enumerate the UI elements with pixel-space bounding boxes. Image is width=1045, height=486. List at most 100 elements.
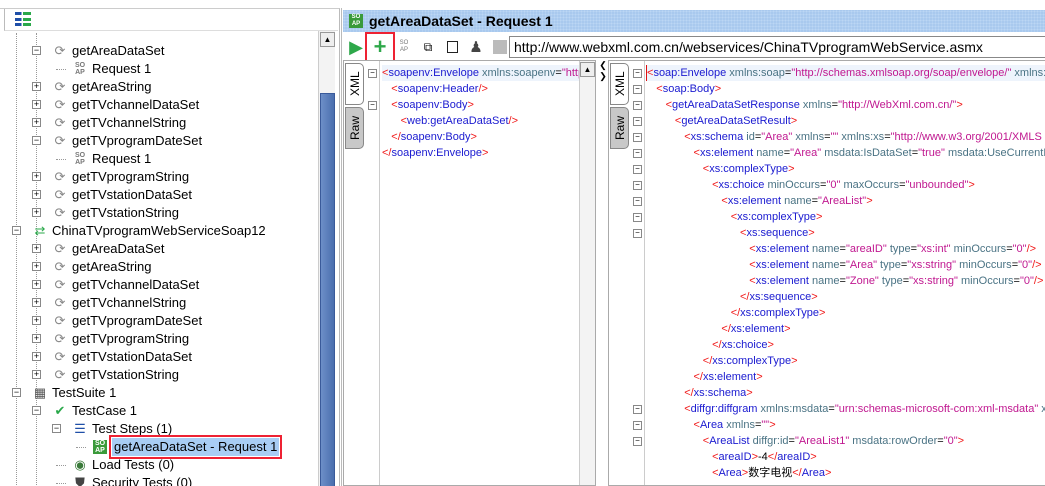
expand-icon[interactable]: + bbox=[32, 280, 41, 289]
tab-raw[interactable]: Raw bbox=[610, 107, 629, 149]
fold-icon[interactable]: − bbox=[633, 101, 642, 110]
expand-icon[interactable]: + bbox=[32, 370, 41, 379]
fold-icon[interactable]: − bbox=[633, 85, 642, 94]
xml-bracket: /> bbox=[1033, 275, 1044, 287]
fold-icon[interactable]: − bbox=[633, 421, 642, 430]
collapse-icon[interactable]: − bbox=[12, 388, 21, 397]
tree-item[interactable]: + ⟳ getTVstationDataSet bbox=[32, 348, 192, 366]
tree-item[interactable]: − ✔ TestCase 1 bbox=[32, 402, 137, 420]
soap-icon[interactable]: SO AP bbox=[395, 38, 413, 56]
user-icon[interactable]: ♟ bbox=[467, 38, 485, 56]
collapse-icon[interactable]: − bbox=[52, 424, 61, 433]
fold-icon[interactable]: − bbox=[633, 149, 642, 158]
expand-icon[interactable]: + bbox=[32, 298, 41, 307]
tree-item[interactable]: − ☰ Test Steps (1) bbox=[52, 420, 172, 438]
wsdl-icon[interactable]: ⧉ bbox=[419, 38, 437, 56]
tab-xml[interactable]: XML bbox=[610, 63, 629, 105]
xml-line: <soap:Body> bbox=[656, 81, 721, 97]
operation-icon: ⟳ bbox=[54, 169, 66, 184]
fold-icon[interactable]: − bbox=[633, 405, 642, 414]
add-assertion-icon[interactable]: + bbox=[365, 32, 395, 62]
tree-item[interactable]: + ⟳ getAreaString bbox=[32, 258, 152, 276]
response-pane: XML Raw − − − − − − − − − − − − − − <soap:Envelope xm… bbox=[608, 60, 1045, 486]
tree-item[interactable]: + ⟳ getTVchannelString bbox=[32, 294, 186, 312]
fold-icon[interactable]: − bbox=[633, 197, 642, 206]
expand-icon[interactable]: + bbox=[32, 262, 41, 271]
tree-item[interactable]: SO AP Request 1 bbox=[56, 150, 151, 168]
tree-item[interactable]: + ⟳ getTVchannelDataSet bbox=[32, 276, 199, 294]
tree-item[interactable]: − ⇄ ChinaTVprogramWebServiceSoap12 bbox=[12, 222, 266, 240]
fold-icon[interactable]: − bbox=[633, 181, 642, 190]
tree-item[interactable]: + ⟳ getTVstationString bbox=[32, 366, 179, 384]
expand-icon[interactable]: + bbox=[32, 316, 41, 325]
xml-tag: Area bbox=[718, 467, 742, 479]
fold-icon[interactable]: − bbox=[368, 101, 377, 110]
square-icon[interactable] bbox=[491, 38, 509, 56]
fold-icon[interactable]: − bbox=[368, 69, 377, 78]
fold-icon[interactable]: − bbox=[633, 213, 642, 222]
tree-item[interactable]: + ⟳ getTVstationString bbox=[32, 204, 179, 222]
expand-icon[interactable]: + bbox=[32, 352, 41, 361]
tree-item[interactable]: − ▦ TestSuite 1 bbox=[12, 384, 116, 402]
xml-value: "0" bbox=[826, 179, 841, 191]
collapse-icon[interactable]: − bbox=[32, 136, 41, 145]
tree-item[interactable]: − ⟳ getAreaDataSet bbox=[32, 42, 165, 60]
tree-item[interactable]: + ⟳ getTVstationDataSet bbox=[32, 186, 192, 204]
expand-icon[interactable]: + bbox=[32, 190, 41, 199]
tree-item[interactable]: + ⟳ getAreaString bbox=[32, 78, 152, 96]
collapse-right-icon[interactable]: ❯ bbox=[599, 71, 607, 81]
xml-tag: web:getAreaDataSet bbox=[407, 115, 509, 127]
tree-item[interactable]: SO AP getAreaDataSet - Request 1 bbox=[76, 435, 283, 459]
expand-icon[interactable]: + bbox=[32, 334, 41, 343]
tree-item[interactable]: + ⟳ getTVchannelString bbox=[32, 114, 187, 132]
collapse-icon[interactable]: − bbox=[32, 46, 41, 55]
tree-item[interactable]: + ⟳ getTVprogramString bbox=[32, 330, 189, 348]
fold-icon[interactable]: − bbox=[633, 133, 642, 142]
request-scrollbar[interactable]: ▲ bbox=[579, 61, 595, 485]
collapse-icon[interactable]: − bbox=[12, 226, 21, 235]
tree-item[interactable]: + ⟳ getAreaDataSet bbox=[32, 240, 165, 258]
tree-item[interactable]: − ⟳ getTVprogramDateSet bbox=[32, 132, 202, 150]
run-icon[interactable]: ▶ bbox=[347, 37, 365, 57]
collapse-icon[interactable]: − bbox=[32, 406, 41, 415]
expand-icon[interactable]: + bbox=[32, 208, 41, 217]
tree-item-label: Request 1 bbox=[92, 61, 152, 76]
tree-item[interactable]: ◉ Load Tests (0) bbox=[56, 456, 175, 474]
navigator-scrollbar[interactable]: ▲ bbox=[318, 31, 335, 486]
xml-tag: xs:schema bbox=[690, 131, 747, 143]
tree-item-label: Load Tests (0) bbox=[92, 457, 175, 472]
scroll-thumb[interactable] bbox=[320, 93, 335, 486]
tab-xml[interactable]: XML bbox=[345, 63, 364, 105]
tree-item[interactable]: + ⟳ getTVprogramString bbox=[32, 168, 189, 186]
xml-text: 数字电视 bbox=[748, 467, 793, 479]
collapse-left-icon[interactable]: ❮ bbox=[599, 60, 607, 70]
xml-tag: xs:element bbox=[755, 275, 812, 287]
fold-icon[interactable]: − bbox=[633, 117, 642, 126]
tree-view-icon[interactable] bbox=[15, 12, 31, 26]
tree-item-label: getTVchannelString bbox=[72, 115, 187, 130]
expand-icon[interactable]: + bbox=[32, 244, 41, 253]
fold-icon[interactable]: − bbox=[633, 229, 642, 238]
scroll-up-button[interactable]: ▲ bbox=[320, 32, 335, 47]
expand-icon[interactable]: + bbox=[32, 82, 41, 91]
xml-tag: xs:element bbox=[699, 147, 757, 159]
endpoint-url-field[interactable]: http://www.webxml.com.cn/webservices/Chi… bbox=[509, 36, 1045, 58]
fold-icon[interactable]: − bbox=[633, 69, 642, 78]
scroll-up-button[interactable]: ▲ bbox=[580, 62, 595, 77]
tab-raw[interactable]: Raw bbox=[345, 107, 364, 149]
xml-tag: AreaList bbox=[709, 435, 753, 447]
expand-icon[interactable]: + bbox=[32, 118, 41, 127]
stop-icon[interactable] bbox=[443, 38, 461, 56]
tree-item[interactable]: SO AP Request 1 bbox=[56, 60, 152, 78]
xml-tag: xs:element bbox=[755, 259, 812, 271]
fold-icon[interactable]: − bbox=[633, 437, 642, 446]
expand-icon[interactable]: + bbox=[32, 172, 41, 181]
xml-tag: getAreaDataSetResult bbox=[681, 115, 791, 127]
tree-item[interactable]: ⛊ Security Tests (0) bbox=[56, 474, 192, 486]
tree-item[interactable]: + ⟳ getTVchannelDataSet bbox=[32, 96, 199, 114]
xml-line: </xs:complexType> bbox=[731, 305, 826, 321]
pane-splitter[interactable]: ❮ ❯ bbox=[598, 60, 608, 486]
tree-item[interactable]: + ⟳ getTVprogramDateSet bbox=[32, 312, 202, 330]
expand-icon[interactable]: + bbox=[32, 100, 41, 109]
fold-icon[interactable]: − bbox=[633, 165, 642, 174]
